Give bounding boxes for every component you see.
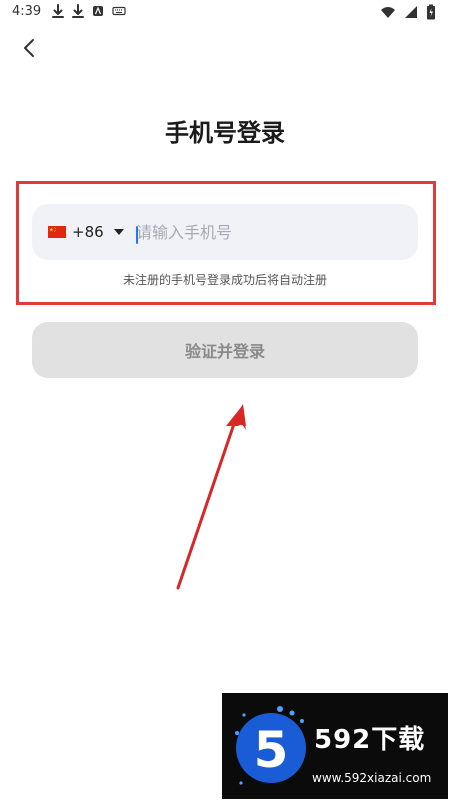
status-right-icons (380, 4, 436, 20)
country-code-selector[interactable]: +86 (48, 204, 124, 260)
back-button[interactable] (16, 34, 44, 62)
status-time: 4:39 (12, 4, 42, 19)
caret-down-icon (113, 229, 124, 235)
download-icon (72, 4, 84, 18)
battery-icon (427, 4, 435, 20)
download-icon (52, 4, 64, 18)
status-left-icons (52, 4, 126, 18)
watermark-logo: 5 592下载 www.592xiazai.com (222, 693, 448, 799)
phone-number-input[interactable] (136, 212, 396, 252)
page-title: 手机号登录 (165, 119, 285, 147)
back-arrow-icon (24, 39, 34, 57)
app-icon (93, 6, 103, 16)
keyboard-icon (112, 6, 126, 16)
china-flag-icon (48, 226, 66, 238)
watermark-brand: 592下载 (314, 725, 426, 755)
wifi-icon (381, 7, 395, 18)
input-cursor (136, 226, 138, 244)
watermark-digit: 5 (253, 721, 289, 779)
country-code: +86 (72, 223, 104, 241)
verify-login-button[interactable]: 验证并登录 (32, 322, 418, 378)
signal-icon (405, 6, 417, 18)
watermark-url: www.592xiazai.com (312, 771, 432, 785)
phone-input-row: +86 (32, 204, 418, 260)
watermark-circle: 5 (236, 713, 306, 783)
auto-register-hint: 未注册的手机号登录成功后将自动注册 (122, 273, 327, 287)
status-bar: 4:39 (0, 0, 450, 24)
